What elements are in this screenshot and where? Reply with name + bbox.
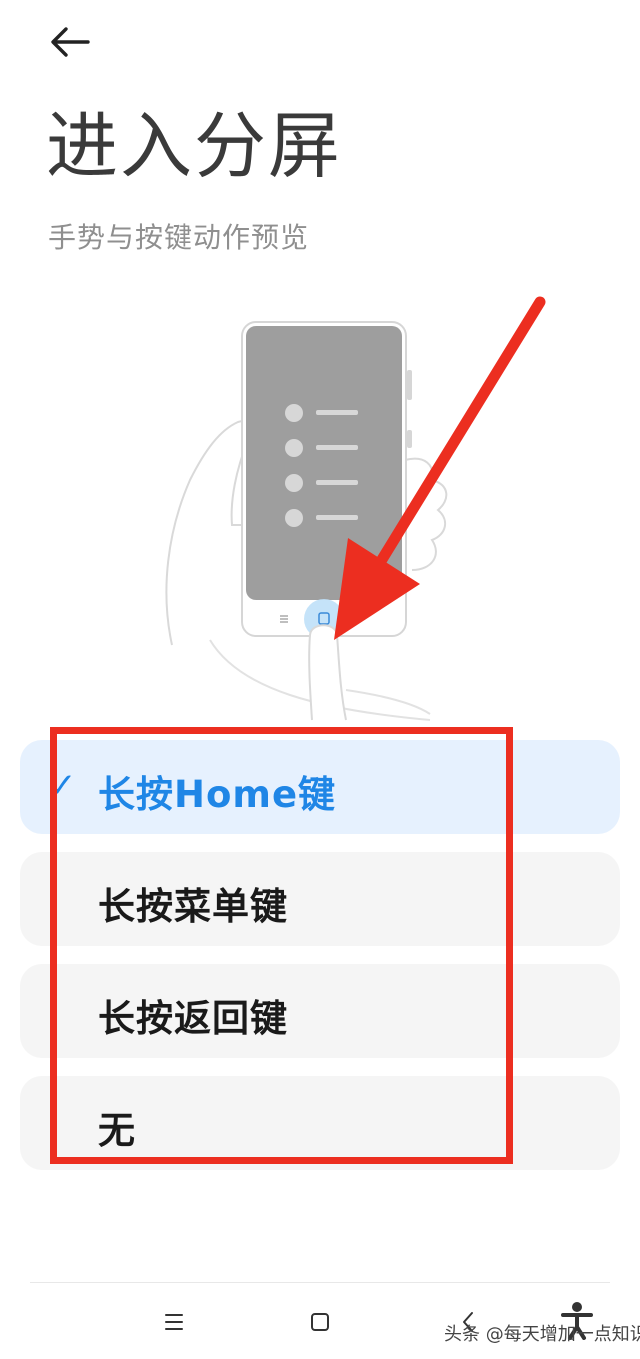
watermark-text: 头条 @每天增加一点知识 [444,1324,640,1345]
home-icon [311,1313,329,1331]
page-title: 进入分屏 [46,104,343,188]
nav-divider [30,1282,610,1283]
back-arrow-icon [51,27,90,57]
option-long-press-menu[interactable]: 长按菜单键 [20,852,620,946]
gesture-preview-illustration [165,321,448,721]
option-label: 无 [98,1109,136,1152]
option-label: 长按菜单键 [98,885,288,928]
option-label: 长按返回键 [98,997,288,1040]
option-label: 长按Home键 [98,773,337,816]
page-subtitle: 手势与按键动作预览 [48,221,310,254]
phone-screen [246,326,402,600]
recents-button[interactable] [152,1302,196,1342]
checkmark-icon: ✓ [48,766,77,806]
thumb [308,624,347,721]
option-list: ✓ 长按Home键 长按菜单键 长按返回键 无 [20,740,620,1188]
hand-outline [165,420,252,646]
option-none[interactable]: 无 [20,1076,620,1170]
option-long-press-back[interactable]: 长按返回键 [20,964,620,1058]
back-button[interactable] [48,22,92,62]
menu-icon [165,1314,183,1330]
home-button[interactable] [298,1302,342,1342]
option-long-press-home[interactable]: ✓ 长按Home键 [20,740,620,834]
